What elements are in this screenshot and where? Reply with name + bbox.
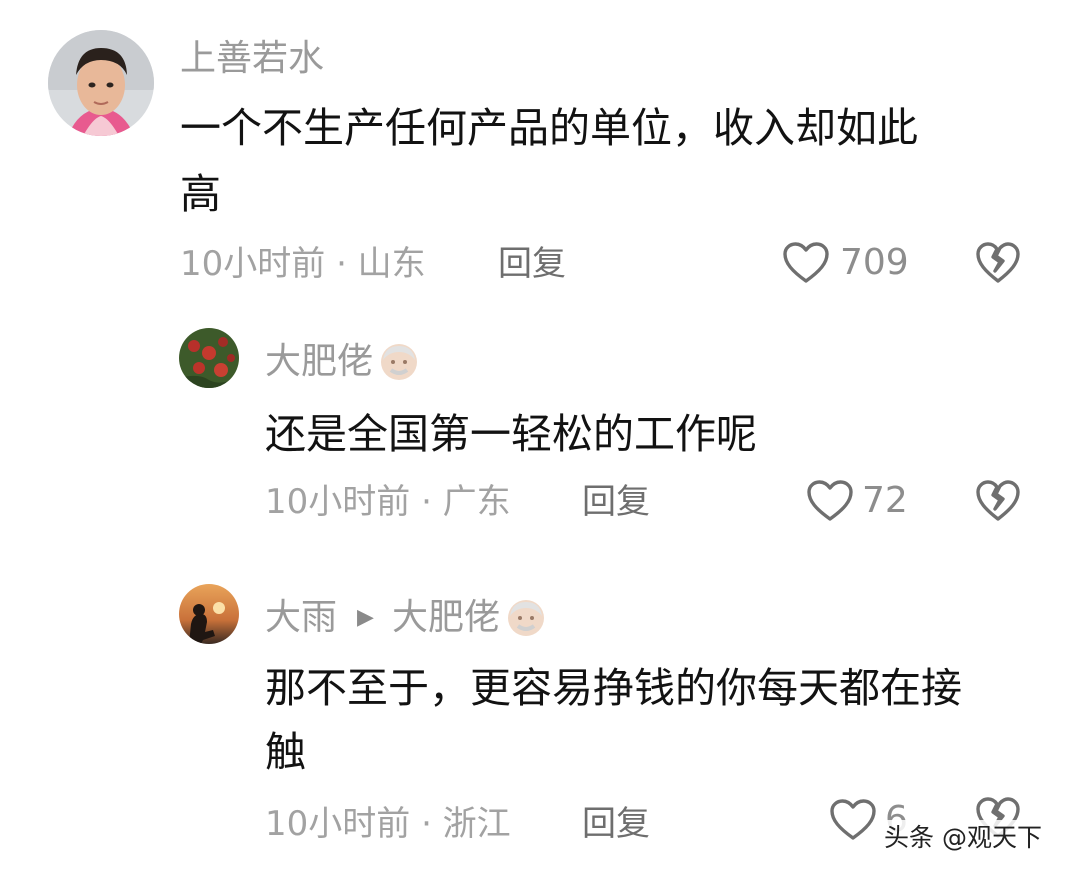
comment-time-location: 10小时前 · 广东 [265,482,511,522]
comment-author-name[interactable]: 上善若水 [180,37,324,81]
author-name-text[interactable]: 大肥佬 [265,340,373,384]
avatar-comment-3[interactable] [179,584,239,644]
avatar-comment-2[interactable] [179,328,239,388]
comment-text-line: 那不至于，更容易挣钱的你每天都在接 [265,664,962,712]
comment-time-location: 10小时前 · 浙江 [265,804,511,844]
broken-heart-icon[interactable] [975,479,1021,523]
author-name-text[interactable]: 大雨 [265,596,337,640]
watermark-label: 头条 @观天下 [876,820,1050,856]
elder-face-badge-icon [506,598,546,638]
like-count: 709 [840,242,909,283]
comment-text-line: 还是全国第一轻松的工作呢 [265,410,757,458]
reply-button[interactable]: 回复 [582,802,650,846]
comment-time-location: 10小时前 · 山东 [180,244,426,284]
reply-to-name[interactable]: 大肥佬 [392,596,500,640]
broken-heart-icon[interactable] [975,241,1021,285]
comment-author-name[interactable]: 大肥佬 [265,340,419,384]
heart-outline-icon[interactable] [806,479,854,523]
heart-outline-icon[interactable] [782,241,830,285]
reply-button[interactable]: 回复 [498,242,566,286]
comment-text-line: 一个不生产任何产品的单位，收入却如此 [180,104,918,152]
comment-text-line: 触 [265,728,306,776]
comment-text-line: 高 [180,170,221,218]
author-name-text[interactable]: 上善若水 [180,37,324,81]
avatar-comment-1[interactable] [48,30,154,136]
reply-button[interactable]: 回复 [582,480,650,524]
reply-arrow-icon: ▶ [357,605,374,630]
comment-author-name[interactable]: 大雨 ▶ 大肥佬 [265,596,546,640]
heart-outline-icon[interactable] [829,798,877,842]
elder-face-badge-icon [379,342,419,382]
like-count: 72 [862,480,908,521]
